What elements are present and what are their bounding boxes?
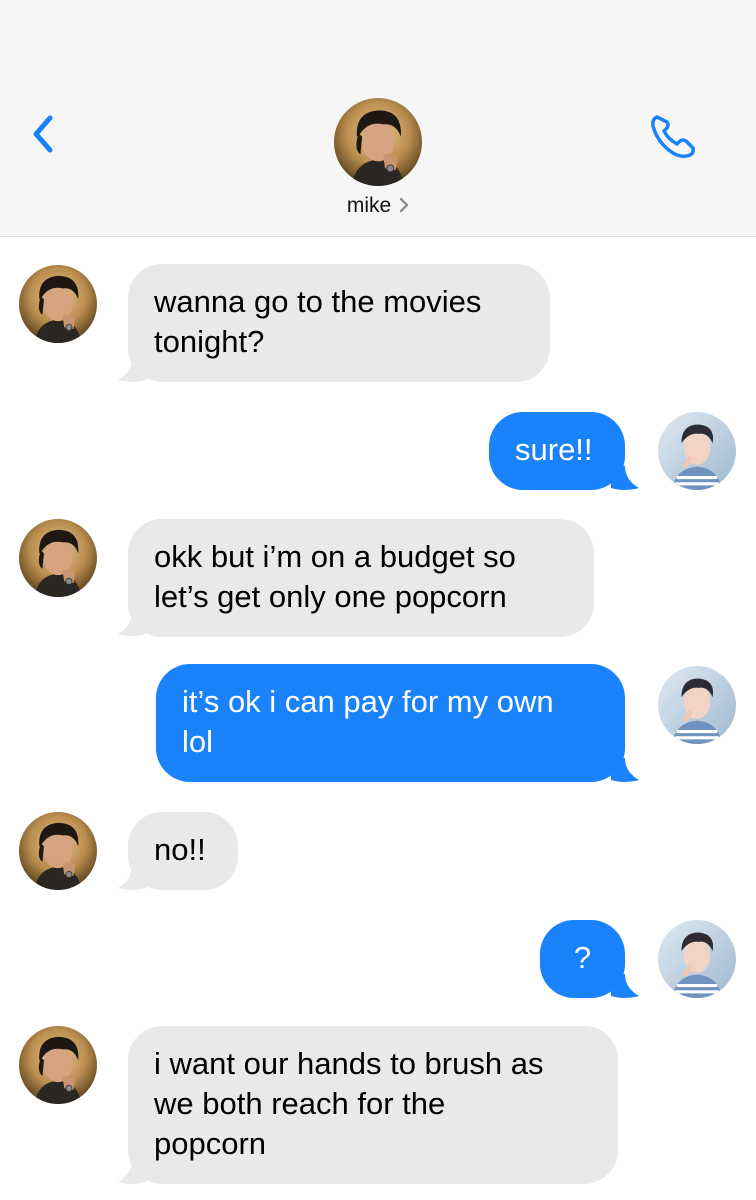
message-bubble-received[interactable]: i want our hands to brush as we both rea… [128, 1026, 618, 1184]
mike-avatar [19, 265, 97, 343]
message-line: popcorn [154, 1126, 267, 1161]
mike-avatar [19, 812, 97, 890]
message-bubble-sent[interactable]: sure!! [489, 412, 625, 490]
chevron-right-icon [399, 197, 409, 213]
contact-name: mike [346, 194, 392, 217]
message-line: no!! [154, 832, 206, 867]
user-avatar [658, 920, 736, 998]
contact-avatar[interactable] [334, 98, 422, 186]
message-line: we both reach for the [154, 1086, 446, 1121]
conversation-header: mike [0, 0, 756, 237]
contact-name-button[interactable]: mike [0, 194, 756, 218]
message-line: tonight? [154, 324, 265, 359]
message-bubble-received[interactable]: wanna go to the movies tonight? [128, 264, 550, 382]
message-line: let’s get only one popcorn [154, 579, 507, 614]
message-bubble-sent[interactable]: it’s ok i can pay for my own lol [156, 664, 625, 782]
message-bubble-received[interactable]: okk but i’m on a budget so let’s get onl… [128, 519, 594, 637]
message-bubble-received[interactable]: no!! [128, 812, 238, 890]
bubble-tail [609, 758, 639, 782]
mike-avatar [19, 1026, 97, 1104]
message-line: okk but i’m on a budget so [154, 539, 516, 574]
message-line: ? [573, 940, 592, 975]
user-avatar [658, 666, 736, 744]
mike-avatar [19, 519, 97, 597]
bubble-tail [609, 974, 639, 998]
chevron-left-icon[interactable] [26, 112, 62, 156]
message-line: lol [182, 724, 214, 759]
message-line: sure!! [515, 432, 593, 467]
message-line: i want our hands to brush as [154, 1046, 544, 1081]
bubble-tail [609, 466, 639, 490]
phone-icon[interactable] [648, 110, 700, 160]
user-avatar [658, 412, 736, 490]
message-line: wanna go to the movies [154, 284, 482, 319]
message-line: it’s ok i can pay for my own [182, 684, 554, 719]
